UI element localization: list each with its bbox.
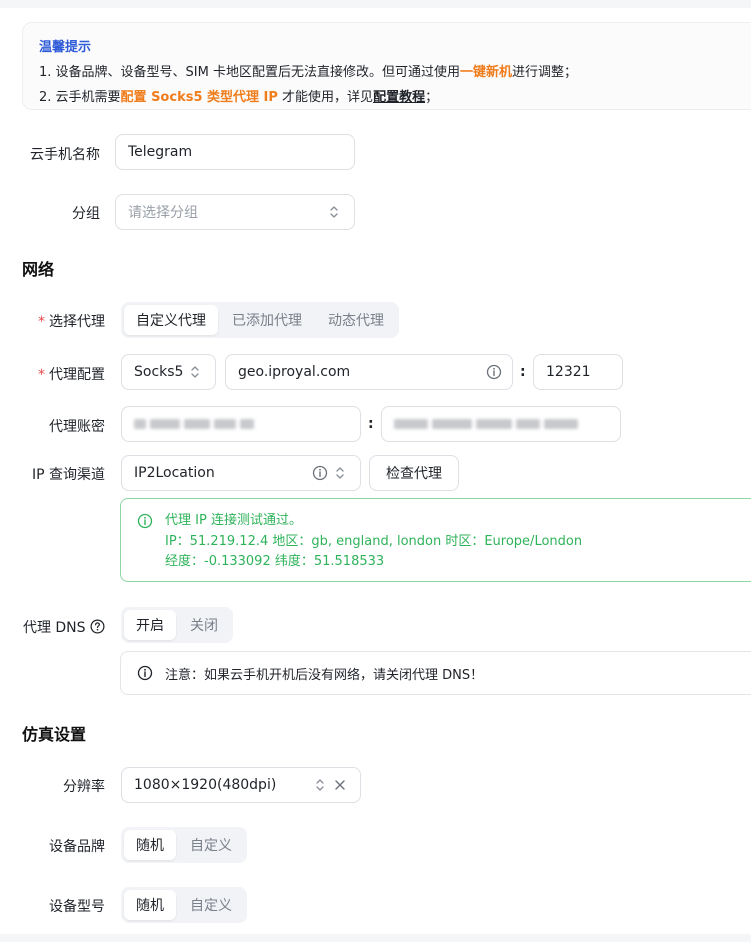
group-select[interactable]: 请选择分组: [115, 194, 355, 230]
top-strip: [0, 0, 751, 8]
name-value: Telegram: [128, 144, 193, 160]
proxy-protocol-select[interactable]: Socks5: [121, 354, 216, 390]
tab-brand-random[interactable]: 随机: [124, 830, 176, 860]
config-tutorial-link[interactable]: 配置教程: [373, 90, 425, 105]
ip-channel-label: IP 查询渠道: [31, 467, 105, 483]
proxy-config-label: * 代理配置: [38, 367, 105, 383]
help-icon[interactable]: [90, 619, 105, 634]
info-icon[interactable]: [312, 465, 328, 481]
tab-dynamic-proxy[interactable]: 动态代理: [316, 305, 396, 335]
result-ip-region: IP：51.219.12.4 地区：gb, england, london 时区…: [165, 533, 583, 549]
proxy-type-segmented: 自定义代理 已添加代理 动态代理: [121, 302, 399, 338]
blurred-password: [394, 416, 582, 432]
chevron-up-down-icon: [330, 206, 338, 218]
resolution-label: 分辨率: [63, 779, 105, 795]
select-proxy-label: * 选择代理: [38, 314, 105, 330]
device-brand-label: 设备品牌: [49, 839, 105, 855]
notice-line-2: 2. 云手机需要配置 Socks5 类型代理 IP 才能使用，详见配置教程；: [39, 90, 439, 105]
tab-model-random[interactable]: 随机: [124, 890, 176, 920]
proxy-host-input[interactable]: geo.iproyal.com: [225, 354, 513, 390]
tab-dns-on[interactable]: 开启: [124, 610, 176, 640]
chevron-up-down-icon: [336, 467, 344, 479]
proxy-password-input[interactable]: [381, 406, 621, 442]
proxy-port-input[interactable]: 12321: [533, 354, 623, 390]
required-mark: *: [38, 314, 45, 330]
tab-dns-off[interactable]: 关闭: [178, 610, 230, 640]
tips-notice: 温馨提示 1. 设备品牌、设备型号、SIM 卡地区配置后无法直接修改。但可通过使…: [22, 22, 751, 110]
ip-channel-select[interactable]: IP2Location: [121, 455, 361, 491]
proxy-account-label: 代理账密: [49, 419, 105, 435]
tab-added-proxy[interactable]: 已添加代理: [220, 305, 314, 335]
network-section-title: 网络: [22, 260, 55, 279]
warning-info-icon: [137, 665, 153, 681]
chevron-up-down-icon: [316, 779, 324, 791]
name-input[interactable]: Telegram: [115, 134, 355, 170]
user-pass-separator: :: [368, 416, 374, 432]
tab-model-custom[interactable]: 自定义: [178, 890, 244, 920]
chevron-up-down-icon: [191, 366, 199, 378]
result-title: 代理 IP 连接测试通过。: [165, 513, 302, 528]
one-click-new-link[interactable]: 一键新机: [460, 65, 512, 80]
check-proxy-button[interactable]: 检查代理: [369, 455, 459, 491]
tab-custom-proxy[interactable]: 自定义代理: [124, 305, 218, 335]
proxy-dns-label: 代理 DNS: [23, 617, 105, 637]
group-label: 分组: [72, 206, 100, 222]
info-icon[interactable]: [486, 364, 502, 380]
device-model-segmented: 随机 自定义: [121, 887, 247, 923]
notice-line-1: 1. 设备品牌、设备型号、SIM 卡地区配置后无法直接修改。但可通过使用一键新机…: [39, 65, 578, 80]
result-coordinates: 经度：-0.133092 纬度：51.518533: [165, 554, 385, 569]
proxy-test-result: 代理 IP 连接测试通过。 IP：51.219.12.4 地区：gb, engl…: [120, 498, 751, 582]
socks5-highlight: 配置 Socks5 类型代理 IP: [120, 90, 278, 105]
blurred-username: [134, 416, 258, 432]
device-brand-segmented: 随机 自定义: [121, 827, 247, 863]
dns-warning-note: 注意：如果云手机开机后没有网络，请关闭代理 DNS！: [120, 651, 751, 695]
required-mark: *: [38, 367, 45, 383]
device-model-label: 设备型号: [49, 899, 105, 915]
host-port-separator: :: [520, 364, 526, 380]
notice-title: 温馨提示: [39, 40, 92, 55]
proxy-username-input[interactable]: [121, 406, 361, 442]
clear-icon[interactable]: [332, 777, 348, 793]
success-info-icon: [137, 513, 153, 529]
resolution-select[interactable]: 1080×1920(480dpi): [121, 767, 361, 803]
tab-brand-custom[interactable]: 自定义: [178, 830, 244, 860]
name-label: 云手机名称: [30, 147, 100, 163]
bottom-strip: [0, 934, 751, 942]
simulation-section-title: 仿真设置: [22, 725, 87, 744]
group-placeholder: 请选择分组: [128, 205, 198, 221]
proxy-dns-segmented: 开启 关闭: [121, 607, 233, 643]
